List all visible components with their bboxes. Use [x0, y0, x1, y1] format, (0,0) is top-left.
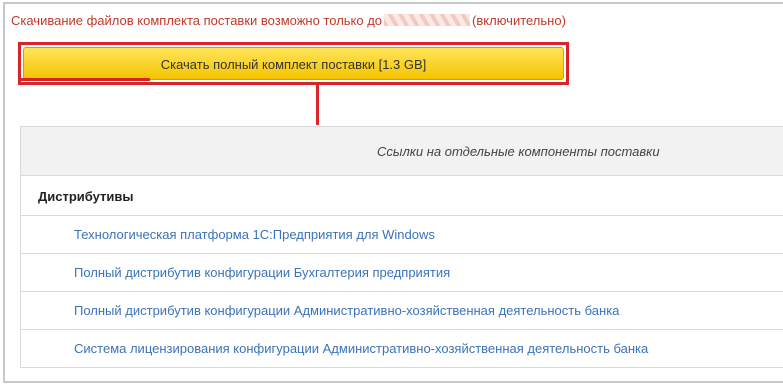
list-item: Полный дистрибутив конфигурации Бухгалте…: [21, 254, 783, 292]
page-frame: Скачивание файлов комплекта поставки воз…: [3, 2, 783, 383]
section-title-underline: [20, 78, 150, 81]
download-full-kit-button[interactable]: Скачать полный комплект поставки [1.3 GB…: [23, 47, 564, 80]
section-row-distributives: Дистрибутивы: [21, 176, 783, 216]
notice-text-after: (включительно): [472, 13, 566, 28]
section-title: Дистрибутивы: [38, 189, 134, 204]
component-link-bank-admin-licensing[interactable]: Система лицензирования конфигурации Адми…: [74, 341, 648, 356]
component-link-accounting-full[interactable]: Полный дистрибутив конфигурации Бухгалте…: [74, 265, 450, 280]
components-table-header: Ссылки на отдельные компоненты поставки: [21, 127, 783, 176]
highlight-connector-line: [316, 85, 319, 125]
notice-text-before: Скачивание файлов комплекта поставки воз…: [11, 13, 383, 28]
list-item: Система лицензирования конфигурации Адми…: [21, 330, 783, 368]
list-item: Технологическая платформа 1С:Предприятия…: [21, 216, 783, 254]
component-link-platform[interactable]: Технологическая платформа 1С:Предприятия…: [74, 227, 435, 242]
components-table-header-text: Ссылки на отдельные компоненты поставки: [377, 144, 660, 159]
list-item: Полный дистрибутив конфигурации Админист…: [21, 292, 783, 330]
component-link-bank-admin-full[interactable]: Полный дистрибутив конфигурации Админист…: [74, 303, 619, 318]
redacted-date: [384, 14, 471, 26]
download-deadline-notice: Скачивание файлов комплекта поставки воз…: [11, 13, 566, 28]
components-table: Ссылки на отдельные компоненты поставки …: [20, 126, 783, 368]
